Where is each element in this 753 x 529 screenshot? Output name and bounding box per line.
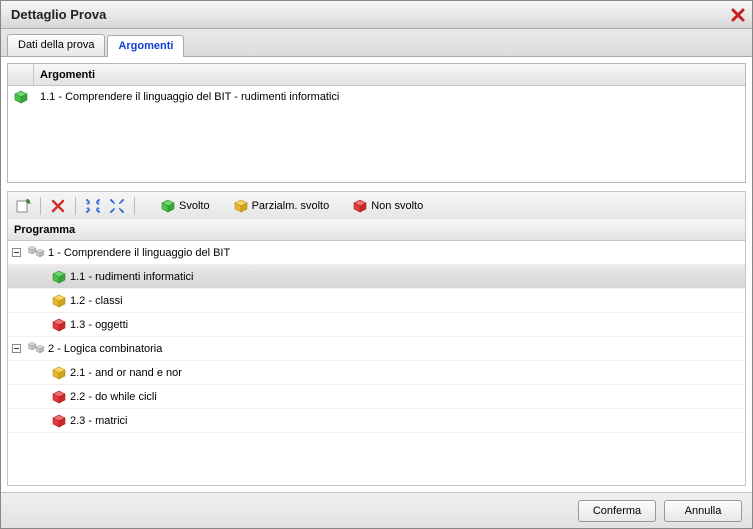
window-title: Dettaglio Prova [11, 7, 730, 22]
program-toolbar: Svolto Parzialm. svolto [7, 191, 746, 219]
program-header: Programma [7, 219, 746, 241]
group-icon [28, 246, 44, 260]
close-icon[interactable] [730, 7, 746, 23]
tree-row[interactable]: 1.1 - rudimenti informatici [8, 265, 745, 289]
legend-label: Svolto [179, 200, 210, 212]
legend-svolto: Svolto [161, 199, 210, 213]
cube-green-icon [161, 199, 175, 213]
tab-bar: Dati della prova Argomenti [1, 29, 752, 57]
tree-toggle-icon[interactable] [12, 344, 24, 353]
add-button[interactable] [14, 197, 32, 215]
tree-node-label: 1.2 - classi [70, 295, 123, 307]
status-cube-icon [52, 270, 66, 284]
tree-node-label: 2 - Logica combinatoria [48, 343, 162, 355]
cancel-button[interactable]: Annulla [664, 500, 742, 522]
footer: Conferma Annulla [1, 492, 752, 528]
col-header-argomenti: Argomenti [34, 64, 745, 85]
tree-row[interactable]: 2.3 - matrici [8, 409, 745, 433]
tree-row[interactable]: 2 - Logica combinatoria [8, 337, 745, 361]
tree-toggle-icon[interactable] [12, 248, 24, 257]
delete-button[interactable] [49, 197, 67, 215]
status-cube-icon [52, 318, 66, 332]
status-cube-icon [52, 294, 66, 308]
separator [40, 197, 41, 215]
tree-row[interactable]: 1.3 - oggetti [8, 313, 745, 337]
argomenti-table-body: 1.1 - Comprendere il linguaggio del BIT … [8, 86, 745, 182]
tree-node-label: 1.3 - oggetti [70, 319, 128, 331]
status-cube-icon [52, 390, 66, 404]
tree-node-label: 2.2 - do while cicli [70, 391, 157, 403]
row-text: 1.1 - Comprendere il linguaggio del BIT … [34, 86, 745, 108]
group-icon [28, 342, 44, 356]
tree-node-label: 1 - Comprendere il linguaggio del BIT [48, 247, 230, 259]
tree-row[interactable]: 2.1 - and or nand e nor [8, 361, 745, 385]
separator [75, 197, 76, 215]
legend-label: Non svolto [371, 200, 423, 212]
tree-row[interactable]: 1.2 - classi [8, 289, 745, 313]
status-cube-icon [8, 86, 34, 108]
tree-row[interactable]: 1 - Comprendere il linguaggio del BIT [8, 241, 745, 265]
tree-node-label: 2.1 - and or nand e nor [70, 367, 182, 379]
tab-dati-della-prova[interactable]: Dati della prova [7, 34, 105, 56]
tree-node-label: 2.3 - matrici [70, 415, 127, 427]
expand-all-button[interactable] [84, 197, 102, 215]
argomenti-table: Argomenti 1.1 - Comprendere il linguaggi… [7, 63, 746, 183]
cube-red-icon [353, 199, 367, 213]
tree-row[interactable]: 2.2 - do while cicli [8, 385, 745, 409]
window: Dettaglio Prova Dati della prova Argomen… [0, 0, 753, 529]
tab-argomenti[interactable]: Argomenti [107, 35, 184, 57]
col-header-icon [8, 64, 34, 85]
collapse-all-button[interactable] [108, 197, 126, 215]
legend-non-svolto: Non svolto [353, 199, 423, 213]
content-area: Argomenti 1.1 - Comprendere il linguaggi… [1, 57, 752, 492]
status-cube-icon [52, 414, 66, 428]
tree-node-label: 1.1 - rudimenti informatici [70, 271, 194, 283]
cube-yellow-icon [234, 199, 248, 213]
legend-parzialmente-svolto: Parzialm. svolto [234, 199, 330, 213]
status-cube-icon [52, 366, 66, 380]
separator [134, 197, 135, 215]
argomenti-table-header: Argomenti [8, 64, 745, 86]
legend-label: Parzialm. svolto [252, 200, 330, 212]
confirm-button[interactable]: Conferma [578, 500, 656, 522]
table-row[interactable]: 1.1 - Comprendere il linguaggio del BIT … [8, 86, 745, 108]
program-tree: 1 - Comprendere il linguaggio del BIT 1.1… [7, 241, 746, 486]
titlebar: Dettaglio Prova [1, 1, 752, 29]
